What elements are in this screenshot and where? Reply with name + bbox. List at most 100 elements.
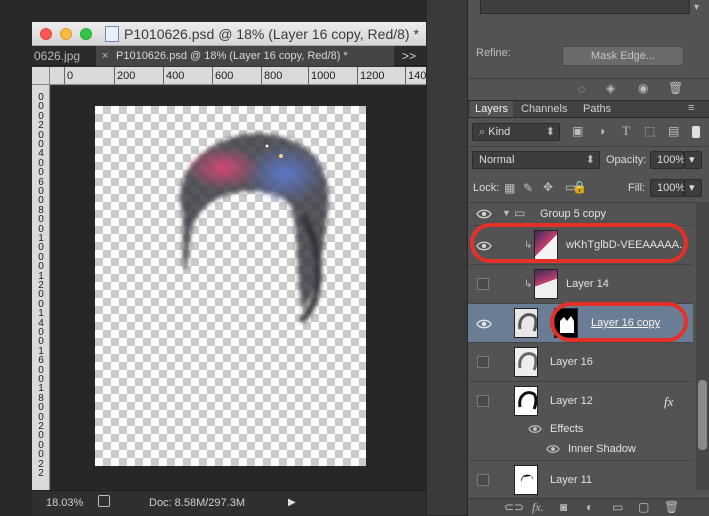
delete-mask-icon[interactable]: 🗑	[668, 81, 683, 95]
folder-icon: ▭	[514, 206, 526, 220]
visibility-eye-icon[interactable]	[476, 206, 492, 222]
layer-thumbnail	[514, 465, 538, 495]
scrollbar-thumb[interactable]	[698, 380, 707, 450]
ruler-label: 600	[215, 70, 234, 82]
search-icon: ⌕	[479, 126, 486, 138]
ruler-label: 1400	[408, 70, 426, 82]
layer-row[interactable]: Layer 16	[468, 342, 693, 381]
filter-type-icon[interactable]: T	[622, 123, 630, 139]
close-tab-icon[interactable]: ×	[102, 46, 108, 66]
visibility-toggle[interactable]	[477, 395, 489, 407]
new-layer-icon[interactable]: ▢	[638, 500, 649, 514]
filter-shape-icon[interactable]: ⬚	[644, 124, 655, 138]
layer-name[interactable]: Layer 16	[550, 356, 593, 368]
layers-scrollbar[interactable]	[696, 202, 709, 490]
inner-shadow-eye-icon[interactable]	[546, 442, 562, 458]
feather-dropdown-icon[interactable]: ▾	[694, 2, 699, 13]
lock-position-icon[interactable]: ✥	[543, 180, 553, 194]
folder-icon[interactable]: ▭	[612, 500, 623, 514]
minimize-window-button[interactable]	[60, 28, 72, 40]
tab-paths[interactable]: Paths	[578, 101, 616, 117]
effects-row[interactable]: Effects	[468, 420, 693, 440]
layer-row-group[interactable]: ▼ ▭ Group 5 copy	[468, 203, 693, 225]
canvas-area[interactable]	[51, 86, 426, 490]
layer-row[interactable]: Layer 12 fx	[468, 381, 693, 420]
chevron-down-icon: ⬍	[545, 126, 555, 138]
mask-edge-button[interactable]: Mask Edge...	[562, 46, 684, 66]
properties-panel: ▾ Refine: Mask Edge... ◌ ◈ ◉ 🗑	[468, 0, 709, 100]
visibility-eye-icon[interactable]	[476, 316, 492, 332]
apply-mask-icon[interactable]: ◈	[606, 81, 615, 95]
panel-dock-strip	[426, 0, 468, 515]
refine-label: Refine:	[476, 47, 511, 59]
clipping-arrow-icon: ↳	[524, 279, 533, 290]
layer-name[interactable]: Layer 12	[550, 395, 593, 407]
visibility-icon[interactable]: ◉	[638, 81, 648, 95]
doc-size: Doc: 8.58M/297.3M	[149, 497, 245, 509]
feather-field[interactable]	[480, 0, 690, 14]
tab-channels[interactable]: Channels	[516, 101, 572, 117]
opacity-input[interactable]: 100%	[650, 151, 685, 169]
hair-artwork	[180, 133, 329, 324]
lock-transparent-icon[interactable]: ▦	[504, 181, 515, 195]
fx-icon[interactable]: fx	[664, 394, 673, 410]
document-tab-jpg[interactable]: 0626.jpg	[32, 46, 96, 66]
lock-label: Lock:	[473, 182, 500, 194]
close-window-button[interactable]	[40, 28, 52, 40]
layer-thumbnail	[514, 347, 538, 377]
trash-icon[interactable]: 🗑	[664, 500, 679, 514]
ruler-origin[interactable]	[32, 67, 50, 85]
filter-pixel-icon[interactable]: ▣	[572, 124, 583, 138]
visibility-toggle[interactable]	[477, 474, 489, 486]
effects-label: Effects	[550, 423, 584, 435]
filter-smart-object-icon[interactable]: ▤	[668, 124, 679, 138]
lock-all-icon[interactable]: 🔒	[572, 180, 587, 194]
fill-dropdown-icon[interactable]: ▾	[684, 179, 702, 197]
layer-name[interactable]: Layer 14	[566, 278, 609, 290]
layer-row[interactable]: ↳ Layer 14	[468, 264, 693, 303]
layer-name[interactable]: Layer 11	[550, 474, 592, 486]
blend-mode-select[interactable]: Normal ⬍	[472, 151, 600, 169]
ruler-label: 1000	[311, 70, 336, 82]
mask-icon[interactable]: ◙	[560, 500, 567, 514]
ruler-label: 400	[166, 70, 185, 82]
zoom-window-button[interactable]	[80, 28, 92, 40]
opacity-label: Opacity:	[606, 154, 647, 166]
inner-shadow-row[interactable]: Inner Shadow	[468, 440, 693, 460]
lock-image-icon[interactable]: ✎	[523, 181, 533, 195]
opacity-dropdown-icon[interactable]: ▾	[684, 151, 702, 169]
blend-mode-value: Normal	[479, 154, 515, 166]
filter-toggle-icon[interactable]	[692, 126, 700, 138]
transparent-artboard[interactable]	[95, 106, 366, 466]
ruler-label: 800	[264, 70, 283, 82]
adjustment-icon[interactable]: ◐	[586, 500, 593, 514]
fill-label: Fill:	[628, 182, 646, 194]
panel-menu-icon[interactable]: ≡	[688, 102, 694, 114]
vertical-ruler[interactable]: 0002004006008001000120014001600180020002…	[32, 85, 50, 490]
zoom-level[interactable]: 18.03%	[46, 497, 83, 509]
tab-overflow-button[interactable]: >>	[402, 46, 416, 66]
horizontal-ruler[interactable]: 0 200 400 600 800 1000 1200 1400 1600	[50, 67, 426, 85]
layer-row[interactable]: Layer 11	[468, 460, 693, 499]
effects-eye-icon[interactable]	[528, 422, 544, 438]
document-tab-psd[interactable]: × P1010626.psd @ 18% (Layer 16 copy, Red…	[96, 46, 394, 66]
window-titlebar[interactable]: P1010626.psd @ 18% (Layer 16 copy, Red/8…	[32, 22, 426, 46]
fx-icon[interactable]: fx.	[532, 500, 544, 515]
disclosure-triangle-icon[interactable]: ▼	[502, 208, 511, 218]
layer-thumbnail	[514, 386, 538, 416]
visibility-toggle[interactable]	[477, 356, 489, 368]
tab-label: P1010626.psd @ 18% (Layer 16 copy, Red/8…	[116, 50, 348, 62]
link-icon[interactable]: ⊂⊃	[504, 500, 524, 514]
share-icon[interactable]	[98, 495, 110, 507]
filter-adjustment-icon[interactable]: ◑	[598, 124, 605, 138]
ruler-label: 0	[67, 70, 74, 82]
status-menu-arrow-icon[interactable]: ▶	[288, 497, 296, 508]
ruler-label: 200	[117, 70, 136, 82]
layer-name[interactable]: Group 5 copy	[540, 208, 606, 220]
kind-filter-select[interactable]: ⌕ Kind ⬍	[472, 123, 560, 141]
fill-input[interactable]: 100%	[650, 179, 685, 197]
tab-layers[interactable]: Layers	[470, 101, 514, 117]
highlight-ring	[470, 223, 688, 263]
load-selection-icon[interactable]: ◌	[578, 82, 585, 96]
visibility-toggle[interactable]	[477, 278, 489, 290]
